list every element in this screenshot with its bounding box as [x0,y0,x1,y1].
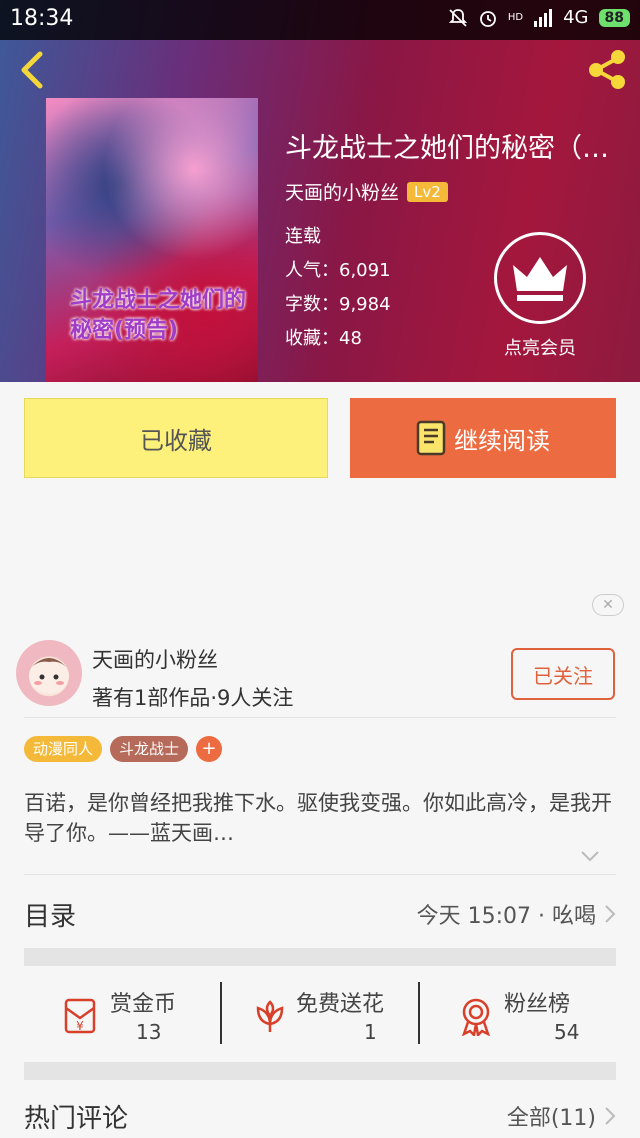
author-line[interactable]: 天画的小粉丝 Lv2 [285,178,448,205]
continue-reading-button[interactable]: 继续阅读 [350,398,616,478]
chevron-down-icon[interactable] [578,848,602,864]
author-card-name[interactable]: 天画的小粉丝 [92,644,218,674]
svg-text:¥: ¥ [76,1019,84,1033]
add-tag-button[interactable]: + [196,736,223,762]
catalog-title: 目录 [24,902,77,932]
stat-reward[interactable]: ¥ 赏金币 13 [24,966,220,1062]
close-ad-button[interactable]: ✕ [592,594,624,616]
stat-value: 54 [554,1020,580,1044]
book-title: 斗龙战士之她们的秘密（预告） [285,133,625,164]
red-envelope-icon: ¥ [64,998,96,1034]
battery-indicator: 88 [598,8,630,27]
vip-button[interactable] [494,232,586,324]
close-icon: ✕ [602,597,614,613]
stat-value: 13 [136,1020,162,1044]
book-word-count: 字数：9,984 [285,294,391,315]
book-favorites: 收藏：48 [285,328,362,349]
tag-item[interactable]: 动漫同人 [24,736,103,762]
chevron-right-icon [605,1107,616,1125]
vip-label[interactable]: 点亮会员 [490,334,590,360]
avatar-image [29,658,69,694]
section-separator [24,948,616,966]
book-icon [416,420,446,456]
hot-comments-title: 热门评论 [24,1104,129,1134]
follow-button[interactable]: 已关注 [511,648,615,700]
network-label: 4G [563,7,589,28]
continue-reading-label: 继续阅读 [454,426,550,455]
status-icons: HD 4G 88 [448,7,630,28]
back-button[interactable] [14,46,54,92]
author-card-sub: 著有1部作品·9人关注 [92,686,294,710]
alarm-icon [479,10,496,27]
author-name[interactable]: 天画的小粉丝 [285,178,399,205]
book-intro[interactable]: 百诺，是你曾经把我推下水。驱使我变强。你如此高冷，是我开导了你。——蓝天画… [24,788,616,848]
share-button[interactable] [584,46,630,92]
divider [24,717,616,718]
tag-list: 动漫同人 斗龙战士 + [24,736,223,762]
book-popularity: 人气：6,091 [285,260,391,281]
book-cover[interactable]: 斗龙战士之她们的秘密(预告) [46,98,258,382]
signal-icon [534,8,553,27]
hd-label: HD [507,12,524,23]
hot-comments-header[interactable]: 热门评论 全部(11) [0,1090,640,1138]
catalog-latest: 今天 15:07 · 吆喝 [417,898,616,930]
status-time: 18:34 [10,6,74,31]
share-icon [589,50,625,89]
avatar[interactable] [16,640,82,706]
back-arrow-icon [21,51,43,89]
stat-label: 免费送花 [296,992,385,1017]
book-status: 连载 [285,226,321,247]
mute-icon [448,8,468,27]
cover-title-text: 斗龙战士之她们的秘密(预告) [70,288,247,343]
stats-row: ¥ 赏金币 13 免费送花 1 粉丝榜 54 [24,966,616,1062]
stat-flower[interactable]: 免费送花 1 [222,966,418,1062]
status-bar: 18:34 HD 4G 88 [0,0,640,40]
tag-item[interactable]: 斗龙战士 [110,736,189,762]
all-comments-label: 全部(11) [506,1106,596,1131]
follow-label: 已关注 [533,663,593,688]
chevron-right-icon [605,905,616,923]
section-separator [24,1062,616,1080]
book-header: 18:34 HD 4G 88 斗龙战士之她们的秘密(预告) 斗龙战士之她们的秘密… [0,0,640,382]
medal-icon [462,998,490,1036]
all-comments-link[interactable]: 全部(11) [507,1100,616,1132]
stat-label: 赏金币 [110,992,177,1017]
flower-icon [256,1000,284,1032]
catalog-row[interactable]: 目录 今天 15:07 · 吆喝 [0,876,640,948]
stat-value: 1 [364,1020,377,1044]
stat-label: 粉丝榜 [504,992,571,1017]
level-badge: Lv2 [407,181,448,202]
crown-icon [513,257,567,301]
favorited-label: 已收藏 [140,426,212,455]
stat-fans[interactable]: 粉丝榜 54 [420,966,616,1062]
favorited-button[interactable]: 已收藏 [24,398,328,478]
catalog-latest-text: 今天 15:07 · 吆喝 [416,904,596,929]
divider [24,874,616,875]
